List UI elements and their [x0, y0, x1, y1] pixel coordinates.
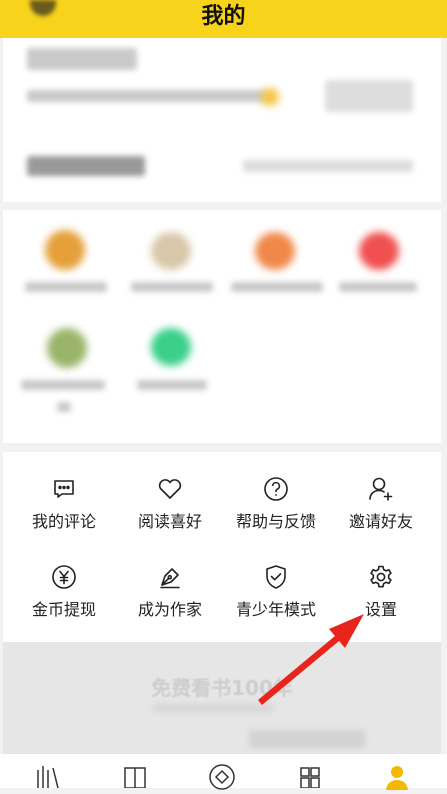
- promo-text: 免费看书100年: [151, 676, 293, 700]
- promo-subtext-redacted: [153, 704, 273, 712]
- tab-discover[interactable]: [202, 762, 242, 790]
- book-icon: [120, 762, 150, 789]
- menu-item-reading-preference[interactable]: 阅读喜好: [115, 476, 225, 532]
- menu-label: 青少年模式: [235, 600, 316, 619]
- profile-icon: [382, 762, 412, 790]
- username-redacted: [27, 48, 137, 70]
- help-icon: [221, 476, 331, 502]
- menu-item-my-comments[interactable]: 我的评论: [9, 476, 119, 532]
- pen-icon: [115, 564, 225, 590]
- account-button-redacted[interactable]: [325, 80, 413, 112]
- account-info-redacted: [27, 90, 267, 102]
- yen-coin-icon: [9, 564, 119, 590]
- feature-label-redacted: [131, 282, 213, 292]
- feature-icon[interactable]: [47, 328, 87, 368]
- feature-icon[interactable]: [151, 232, 191, 270]
- feature-icon[interactable]: [151, 328, 191, 366]
- menu-item-help-feedback[interactable]: 帮助与反馈: [221, 476, 331, 532]
- menu-item-invite-friends[interactable]: 邀请好友: [326, 476, 436, 532]
- feature-label-redacted: [25, 282, 107, 292]
- feature-icon[interactable]: [359, 232, 399, 270]
- feature-label-redacted: [137, 380, 207, 390]
- heart-icon: [115, 476, 225, 502]
- feature-label-redacted: [21, 380, 105, 390]
- section-label-redacted: [27, 156, 145, 176]
- menu-item-teen-mode[interactable]: 青少年模式: [221, 564, 331, 620]
- discover-icon: [207, 762, 237, 790]
- feature-grid-panel: [3, 210, 441, 443]
- menu-item-coin-withdraw[interactable]: 金币提现: [9, 564, 119, 620]
- menu-label: 帮助与反馈: [235, 512, 316, 531]
- bookshelf-icon: [33, 762, 63, 789]
- feature-icon[interactable]: [45, 230, 85, 270]
- menu-panel: 我的评论 阅读喜好 帮助与反馈 邀请好友 金币提现 成为作家 青少年模式 设置: [3, 452, 441, 642]
- feature-label-redacted: [231, 282, 323, 292]
- add-user-icon: [326, 476, 436, 502]
- menu-label: 我的评论: [31, 512, 96, 531]
- menu-item-become-writer[interactable]: 成为作家: [115, 564, 225, 620]
- tab-book-store[interactable]: [115, 762, 155, 789]
- feature-label-redacted: [339, 282, 417, 292]
- category-icon: [295, 762, 325, 789]
- gear-icon: [326, 564, 436, 590]
- header: 我的: [0, 0, 447, 38]
- account-panel: [3, 38, 441, 202]
- tab-my-profile[interactable]: [377, 762, 417, 790]
- tab-bookshelf[interactable]: [28, 762, 68, 789]
- tab-category[interactable]: [290, 762, 330, 789]
- promo-button-redacted[interactable]: [249, 730, 365, 748]
- bottom-tab-bar: [0, 754, 447, 790]
- feature-icon[interactable]: [255, 232, 295, 270]
- feature-label-redacted: [57, 402, 71, 412]
- page-title: 我的: [201, 4, 246, 29]
- menu-label: 成为作家: [137, 600, 202, 619]
- menu-label: 阅读喜好: [137, 512, 202, 531]
- menu-item-settings[interactable]: 设置: [326, 564, 436, 620]
- promo-banner[interactable]: 免费看书100年: [3, 642, 441, 754]
- coin-icon: [261, 88, 279, 106]
- section-info-redacted: [243, 160, 413, 172]
- menu-label: 金币提现: [31, 600, 96, 619]
- comment-icon: [9, 476, 119, 502]
- shield-check-icon: [221, 564, 331, 590]
- menu-label: 设置: [364, 600, 397, 619]
- menu-label: 邀请好友: [348, 512, 413, 531]
